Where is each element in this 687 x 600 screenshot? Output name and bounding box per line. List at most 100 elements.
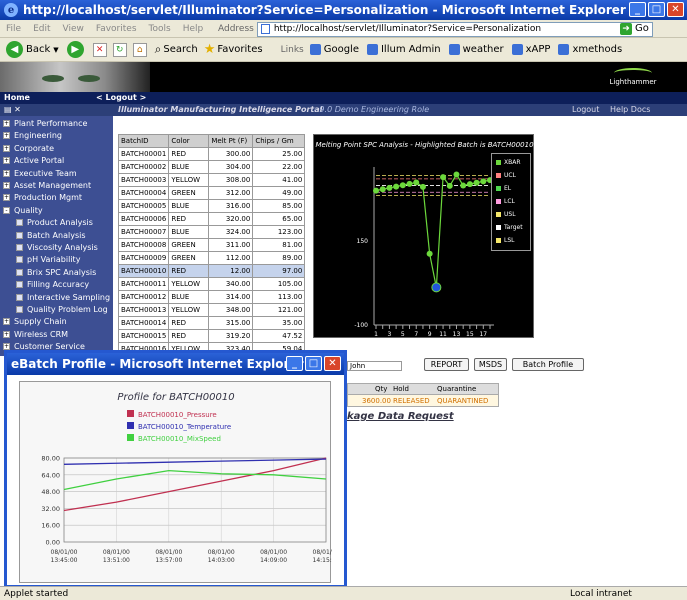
table-cell: 324.00	[208, 225, 254, 239]
sidebar-item-corporate[interactable]: + Corporate	[3, 144, 54, 153]
report-button[interactable]: REPORT	[424, 358, 469, 371]
msds-button[interactable]: MSDS	[474, 358, 507, 371]
x-tick-label: 15	[466, 331, 474, 338]
popup-ie-icon: e	[11, 357, 20, 371]
sidebar-item-engineering[interactable]: + Engineering	[3, 131, 62, 140]
menu-favorites[interactable]: Favorites	[96, 24, 137, 34]
menu-file[interactable]: File	[6, 24, 21, 34]
table-row[interactable]: BATCH00006 RED 320.00 65.00	[117, 212, 306, 226]
table-row[interactable]: BATCH00002 BLUE 304.00 22.00	[117, 160, 306, 174]
expand-icon: +	[3, 144, 10, 152]
spc-data-point[interactable]	[473, 179, 480, 186]
spc-data-point[interactable]	[480, 178, 487, 185]
link-google[interactable]: Google	[309, 44, 359, 55]
portal-logout-link[interactable]: Logout	[572, 105, 599, 114]
spc-data-point[interactable]	[440, 174, 447, 181]
table-row[interactable]: BATCH00015 RED 319.20 47.52	[117, 329, 306, 343]
sidebar-item-asset-management[interactable]: + Asset Management	[3, 181, 91, 190]
refresh-icon[interactable]: ↻	[112, 42, 127, 57]
go-button[interactable]: ➜ Go	[620, 21, 649, 36]
spc-data-point[interactable]	[453, 171, 460, 178]
close-icon[interactable]: ✕	[667, 2, 684, 17]
table-row[interactable]: BATCH00011 YELLOW 340.00 105.00	[117, 277, 306, 291]
popup-maximize-icon[interactable]: □	[305, 356, 322, 371]
spc-data-point[interactable]	[446, 182, 453, 189]
home-icon[interactable]: ⌂	[132, 42, 147, 57]
sidebar-item-brix-spc-analysis[interactable]: Brix SPC Analysis	[16, 268, 96, 277]
table-row[interactable]: BATCH00013 YELLOW 348.00 121.00	[117, 303, 306, 317]
spc-data-point[interactable]	[426, 250, 433, 257]
table-row[interactable]: BATCH00012 BLUE 314.00 113.00	[117, 290, 306, 304]
sidebar-item-executive-team[interactable]: + Executive Team	[3, 169, 77, 178]
sidebar-item-viscosity-analysis[interactable]: Viscosity Analysis	[16, 243, 98, 252]
sidebar-item-ph-variability[interactable]: pH Variability	[16, 255, 80, 264]
link-xmethods[interactable]: xmethods	[558, 44, 622, 55]
spc-data-point[interactable]	[399, 182, 406, 189]
table-row[interactable]: BATCH00014 RED 315.00 35.00	[117, 316, 306, 330]
table-row[interactable]: BATCH00008 GREEN 311.00 81.00	[117, 238, 306, 252]
menu-edit[interactable]: Edit	[33, 24, 50, 34]
spc-highlight-point[interactable]	[431, 282, 442, 293]
menu-view[interactable]: View	[63, 24, 84, 34]
favorites-button[interactable]: ★ Favorites	[204, 42, 263, 57]
legend-item: LSL	[496, 237, 515, 244]
sidebar-item-batch-analysis[interactable]: Batch Analysis	[16, 231, 86, 240]
popup-close-icon[interactable]: ✕	[324, 356, 341, 371]
spc-data-point[interactable]	[466, 181, 473, 188]
sidebar-item-plant-performance[interactable]: + Plant Performance	[3, 119, 87, 128]
spc-data-point[interactable]	[393, 183, 400, 190]
back-button[interactable]: ◀ Back ▼	[6, 41, 59, 58]
table-row[interactable]: BATCH00001 RED 300.00 25.00	[117, 147, 306, 161]
table-row[interactable]: BATCH00007 BLUE 324.00 123.00	[117, 225, 306, 239]
batch-profile-button[interactable]: Batch Profile	[512, 358, 584, 371]
table-row[interactable]: BATCH00004 GREEN 312.00 49.00	[117, 186, 306, 200]
spc-data-point[interactable]	[460, 182, 467, 189]
address-input[interactable]: http://localhost/servlet/Illuminator?Ser…	[256, 21, 653, 37]
minimize-icon[interactable]: _	[629, 2, 646, 17]
col-chips[interactable]: Chips / Gm	[252, 134, 306, 148]
popup-minimize-icon[interactable]: _	[286, 356, 303, 371]
spc-data-point[interactable]	[413, 179, 420, 186]
col-color[interactable]: Color	[168, 134, 210, 148]
table-row[interactable]: BATCH00010 RED 12.00 97.00	[117, 264, 306, 278]
search-button[interactable]: ⌕ Search	[155, 42, 198, 57]
table-row[interactable]: BATCH00003 YELLOW 308.00 41.00	[117, 173, 306, 187]
sidebar-item-quality[interactable]: - Quality	[3, 206, 43, 215]
link-weather[interactable]: weather	[448, 44, 504, 55]
spc-data-point[interactable]	[379, 186, 386, 193]
spc-data-point[interactable]	[386, 184, 393, 191]
link-illum-admin[interactable]: Illum Admin	[366, 44, 441, 55]
y-tick-label: 16.00	[41, 522, 60, 530]
col-melt-pt[interactable]: Melt Pt (F)	[208, 134, 254, 148]
help-docs-link[interactable]: Help Docs	[610, 105, 650, 114]
spc-data-point[interactable]	[419, 183, 426, 190]
sidebar-item-wireless-crm[interactable]: + Wireless CRM	[3, 330, 68, 339]
sidebar-item-quality-problem-log[interactable]: Quality Problem Log	[16, 305, 108, 314]
collapse-icon: -	[3, 206, 10, 214]
spc-data-point[interactable]	[373, 187, 379, 194]
maximize-icon[interactable]: □	[648, 2, 665, 17]
sidebar-item-production-mgmt[interactable]: + Production Mgmt	[3, 193, 82, 202]
menu-tools[interactable]: Tools	[149, 24, 171, 34]
menu-help[interactable]: Help	[183, 24, 204, 34]
x-tick-label: 8	[421, 338, 425, 339]
x-tick-label: 7	[414, 331, 418, 338]
stop-icon[interactable]: ✕	[92, 42, 107, 57]
nav-home[interactable]: Home	[4, 93, 30, 102]
package-data-request-link[interactable]: kage Data Request	[347, 411, 454, 422]
table-row[interactable]: BATCH00009 GREEN 112.00 89.00	[117, 251, 306, 265]
link-xapp[interactable]: xAPP	[511, 44, 550, 55]
back-dropdown-icon[interactable]: ▼	[53, 46, 58, 54]
sidebar-expand-icon[interactable]: ▤ ✕	[4, 105, 21, 114]
sidebar-item-product-analysis[interactable]: Product Analysis	[16, 218, 93, 227]
sidebar-item-active-portal[interactable]: + Active Portal	[3, 156, 64, 165]
link-weather-label: weather	[462, 44, 504, 55]
sidebar-item-supply-chain[interactable]: + Supply Chain	[3, 317, 67, 326]
sidebar-item-filling-accuracy[interactable]: Filling Accuracy	[16, 280, 89, 289]
col-batchid[interactable]: BatchID	[117, 134, 170, 148]
spc-data-point[interactable]	[406, 180, 413, 187]
table-row[interactable]: BATCH00005 BLUE 316.00 85.00	[117, 199, 306, 213]
sidebar-item-interactive-sampling[interactable]: Interactive Sampling	[16, 293, 110, 302]
nav-logout[interactable]: < Logout >	[96, 93, 146, 102]
forward-arrow-icon[interactable]: ▶	[66, 41, 84, 58]
